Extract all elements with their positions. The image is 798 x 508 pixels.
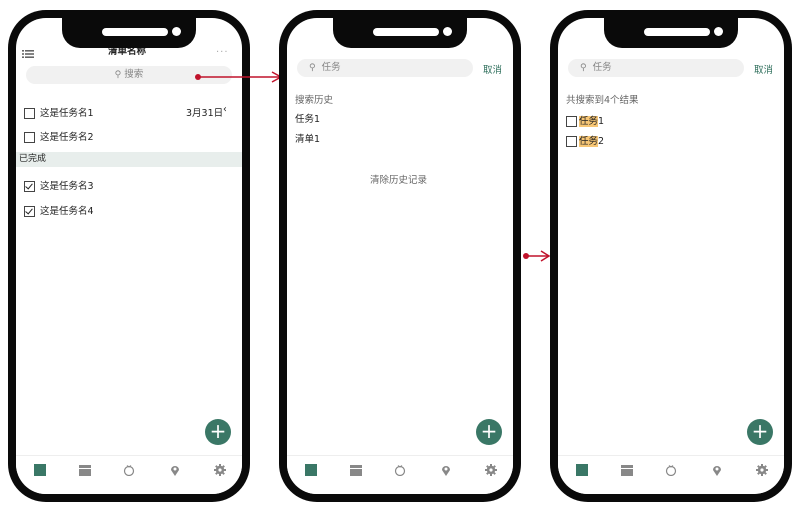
screen: 清单名称 ··· ⚲ 搜索 这是任务名1 3月31日 ‹ 这是任务名2 已完成 … [16, 18, 242, 494]
phone-list-screen: 清单名称 ··· ⚲ 搜索 这是任务名1 3月31日 ‹ 这是任务名2 已完成 … [8, 10, 250, 502]
match-highlight: 任务 [579, 116, 599, 127]
screen: ⚲ 任务 取消 搜索历史 任务1 清单1 清除历史记录 + [287, 18, 513, 494]
search-value: 任务 [321, 62, 341, 73]
results-summary: 共搜索到4个结果 [566, 95, 639, 106]
search-icon: ⚲ [309, 63, 316, 73]
tab-calendar-icon[interactable] [79, 464, 91, 476]
tab-list-icon[interactable] [305, 464, 317, 476]
task-checkbox[interactable] [24, 132, 35, 143]
task-checkbox[interactable] [24, 108, 35, 119]
notch [333, 18, 467, 48]
cancel-button[interactable]: 取消 [754, 62, 773, 76]
result-row[interactable]: 任务1 [566, 113, 604, 127]
tab-bar [558, 455, 784, 494]
task-name: 这是任务名3 [40, 181, 94, 192]
chevron-left-icon[interactable]: ‹ [223, 104, 227, 115]
tab-settings-icon[interactable] [485, 464, 497, 476]
search-icon: ⚲ [580, 63, 587, 73]
flow-arrow-icon [523, 250, 551, 262]
tab-bar [16, 455, 242, 494]
tab-settings-icon[interactable] [214, 464, 226, 476]
match-highlight: 任务 [579, 136, 599, 147]
result-suffix: 1 [598, 116, 605, 127]
tab-location-icon[interactable] [711, 464, 723, 476]
more-icon[interactable]: ··· [216, 47, 229, 58]
history-item[interactable]: 清单1 [295, 131, 320, 145]
add-task-button[interactable]: + [747, 419, 773, 445]
tab-calendar-icon[interactable] [350, 464, 362, 476]
task-checkbox[interactable] [566, 116, 577, 127]
search-icon: ⚲ [114, 70, 122, 80]
tab-list-icon[interactable] [576, 464, 588, 476]
clear-history-button[interactable]: 清除历史记录 [370, 172, 427, 186]
task-row[interactable]: 这是任务名3 [24, 178, 94, 192]
tab-timer-icon[interactable] [123, 464, 135, 476]
list-menu-icon[interactable] [22, 44, 34, 58]
task-checkbox[interactable] [566, 136, 577, 147]
add-task-button[interactable]: + [205, 419, 231, 445]
task-checkbox[interactable] [24, 181, 35, 192]
tab-timer-icon[interactable] [394, 464, 406, 476]
phone-search-history-screen: ⚲ 任务 取消 搜索历史 任务1 清单1 清除历史记录 + [279, 10, 521, 502]
search-placeholder: 搜索 [124, 69, 144, 80]
tab-bar [287, 455, 513, 494]
notch [62, 18, 196, 48]
search-history-header: 搜索历史 [295, 95, 334, 106]
search-input[interactable]: ⚲ 任务 [297, 59, 473, 77]
task-checkbox[interactable] [24, 206, 35, 217]
tab-timer-icon[interactable] [665, 464, 677, 476]
tab-location-icon[interactable] [440, 464, 452, 476]
tab-location-icon[interactable] [169, 464, 181, 476]
search-input[interactable]: ⚲ 任务 [568, 59, 744, 77]
task-row[interactable]: 这是任务名2 [24, 129, 94, 143]
cancel-button[interactable]: 取消 [483, 62, 502, 76]
flow-arrow-icon [195, 71, 283, 83]
task-name: 这是任务名2 [40, 132, 94, 143]
history-item[interactable]: 任务1 [295, 111, 320, 125]
task-row[interactable]: 这是任务名4 [24, 203, 94, 217]
task-name: 这是任务名4 [40, 206, 94, 217]
result-row[interactable]: 任务2 [566, 133, 604, 147]
screen: ⚲ 任务 取消 共搜索到4个结果 任务1 任务2 + [558, 18, 784, 494]
tab-list-icon[interactable] [34, 464, 46, 476]
result-suffix: 2 [598, 136, 605, 147]
task-due-date: 3月31日 [186, 108, 224, 119]
tab-settings-icon[interactable] [756, 464, 768, 476]
task-row[interactable]: 这是任务名1 [24, 105, 94, 119]
phone-search-results-screen: ⚲ 任务 取消 共搜索到4个结果 任务1 任务2 + [550, 10, 792, 502]
search-value: 任务 [592, 62, 612, 73]
notch [604, 18, 738, 48]
tab-calendar-icon[interactable] [621, 464, 633, 476]
completed-section-header: 已完成 [16, 152, 242, 167]
task-name: 这是任务名1 [40, 108, 94, 119]
add-task-button[interactable]: + [476, 419, 502, 445]
completed-header-label: 已完成 [19, 154, 47, 164]
